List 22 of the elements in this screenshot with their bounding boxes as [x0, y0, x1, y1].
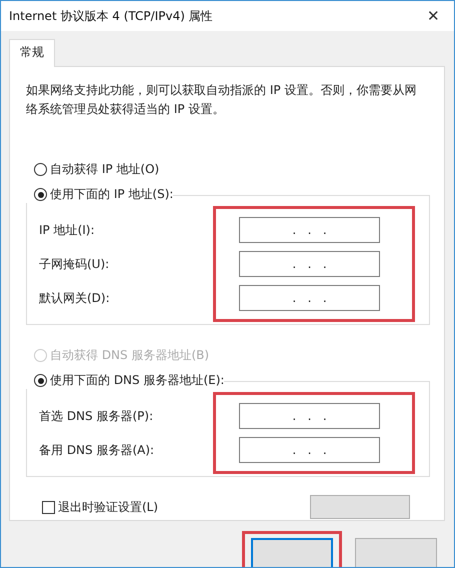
description-text: 如果网络支持此功能，则可以获取自动指派的 IP 设置。否则，你需要从网络系统管理员处获得适当的 IP 设置。 — [26, 82, 418, 118]
close-button[interactable]: ✕ — [423, 7, 444, 25]
tab[interactable]: 常规 — [9, 39, 55, 67]
radio-button[interactable] — [34, 374, 47, 387]
radio-label[interactable]: 使用下面的 DNS 服务器地址(E): — [50, 372, 224, 389]
ip-address-field[interactable]: . . . — [239, 437, 380, 463]
window-title: Internet 协议版本 4 (TCP/IPv4) 属性 — [9, 8, 213, 24]
field-label: IP 地址(I): — [39, 223, 95, 237]
ip-address-field[interactable]: . . . — [239, 403, 380, 429]
radio-button[interactable] — [34, 163, 47, 176]
ip-address-field[interactable]: . . . — [239, 217, 380, 243]
field-label: 默认网关(D): — [39, 291, 110, 305]
ip-address-field[interactable]: . . . — [239, 251, 380, 277]
validate-checkbox[interactable]: 退出时验证设置(L) — [42, 498, 158, 516]
ip-address-field[interactable]: . . . — [239, 285, 380, 311]
dialog-button[interactable] — [251, 538, 333, 567]
field-label: 子网掩码(U): — [39, 257, 110, 271]
radio-button[interactable] — [34, 188, 47, 201]
field-label: 备用 DNS 服务器(A): — [39, 443, 154, 457]
field-label: 首选 DNS 服务器(P): — [39, 409, 154, 423]
radio-label[interactable]: 使用下面的 IP 地址(S): — [50, 186, 174, 203]
radio-label[interactable]: 自动获得 IP 地址(O) — [50, 161, 160, 178]
